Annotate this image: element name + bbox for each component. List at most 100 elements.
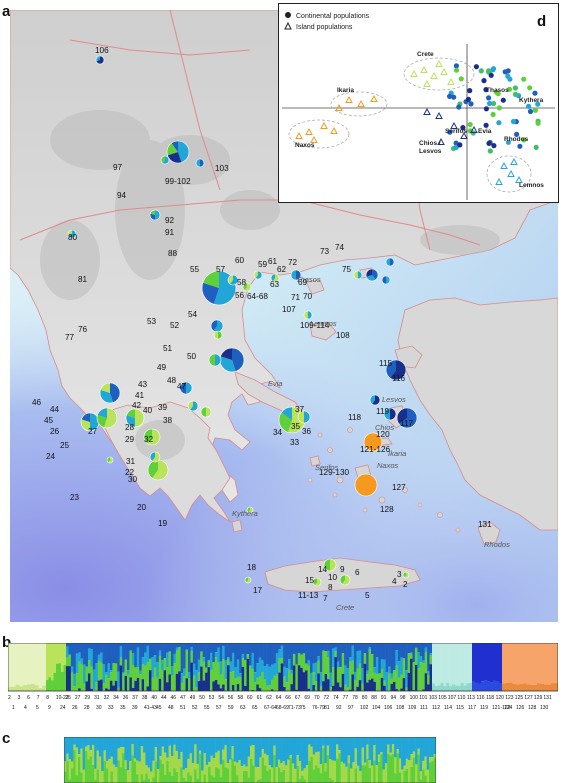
structure-bar — [205, 643, 208, 668]
structure-bar — [212, 662, 216, 682]
structure-bar — [312, 754, 316, 770]
structure-bar — [297, 665, 301, 691]
structure-bar — [87, 745, 90, 760]
structure-bar — [339, 667, 343, 688]
pop-label: 15 — [305, 576, 315, 585]
structure-bar — [258, 643, 262, 658]
structure-bar — [161, 763, 165, 783]
structure-bar — [277, 767, 281, 783]
structure-bar — [154, 737, 158, 748]
structure-pop-label: 44 — [161, 695, 167, 701]
structure-bar — [412, 757, 416, 783]
structure-bar — [298, 761, 302, 779]
structure-bar — [275, 652, 279, 675]
structure-pop-label: 72 — [324, 695, 330, 701]
structure-bar — [333, 760, 337, 783]
structure-bar — [478, 683, 482, 691]
structure-bar — [236, 762, 239, 776]
structure-bar — [358, 643, 362, 651]
structure-bar — [266, 643, 269, 665]
structure-bar — [75, 653, 79, 674]
structure-bar — [250, 737, 253, 746]
pop-label: 44 — [50, 405, 60, 414]
population-pie — [244, 576, 252, 584]
structure-bar — [252, 737, 255, 746]
structure-bar — [380, 677, 384, 691]
structure-bar — [523, 643, 527, 684]
structure-bar — [105, 688, 108, 691]
structure-bar — [405, 737, 409, 759]
structure-bar — [317, 768, 321, 783]
structure-bar — [429, 737, 432, 757]
structure-bar — [133, 758, 137, 762]
population-pie — [402, 571, 410, 579]
structure-bar — [27, 643, 32, 685]
structure-bar — [392, 681, 396, 691]
pop-label: 128 — [380, 505, 394, 514]
structure-bar — [222, 684, 225, 691]
structure-bar — [408, 737, 411, 761]
structure-bar — [432, 643, 436, 684]
pop-label: 8 — [328, 583, 333, 592]
structure-bar — [114, 663, 118, 681]
structure-bar — [166, 757, 169, 761]
structure-bar — [234, 678, 238, 691]
structure-bar — [200, 666, 203, 691]
population-pie — [213, 330, 223, 340]
structure-bar — [383, 659, 386, 681]
structure-bar — [349, 643, 352, 658]
structure-bar — [192, 643, 196, 664]
structure-bar — [78, 652, 81, 662]
structure-bar — [280, 663, 284, 691]
structure-bar — [305, 670, 308, 691]
structure-bar — [233, 765, 237, 783]
structure-bar — [312, 663, 316, 673]
structure-bar — [322, 737, 325, 746]
structure-pop-label: 77 — [343, 695, 349, 701]
structure-bar — [187, 737, 190, 759]
structure-bar — [263, 737, 267, 754]
structure-bar — [53, 672, 57, 691]
structure-bar — [412, 751, 416, 758]
structure-bar — [384, 737, 388, 764]
structure-bar — [100, 643, 103, 653]
structure-bar — [250, 758, 253, 783]
structure-bar — [452, 643, 456, 685]
structure-bar — [334, 643, 338, 648]
population-pie — [149, 209, 161, 221]
structure-bar — [247, 737, 251, 757]
place-name-label: Evia — [268, 379, 283, 388]
structure-bar — [141, 657, 145, 665]
structure-bar — [377, 761, 381, 783]
structure-bar — [263, 753, 267, 766]
structure-bar — [509, 682, 513, 691]
structure-bar — [163, 752, 167, 776]
pop-label: 7 — [323, 594, 328, 603]
structure-bar — [284, 765, 288, 783]
structure-bar — [23, 685, 28, 691]
structure-bar — [422, 737, 425, 761]
structure-bar — [380, 669, 384, 678]
structure-bar — [326, 755, 330, 783]
structure-bar — [312, 685, 316, 691]
structure-bar — [159, 756, 162, 760]
structure-bar — [356, 650, 360, 669]
structure-bar — [119, 646, 123, 658]
structure-bar — [131, 687, 135, 691]
structure-bar — [282, 761, 286, 770]
structure-bar — [273, 737, 276, 746]
structure-bar — [377, 754, 381, 762]
structure-bar — [390, 673, 394, 679]
structure-bar — [233, 737, 237, 762]
structure-bar — [19, 686, 24, 691]
structure-bar — [180, 767, 183, 783]
structure-bar — [391, 743, 395, 754]
structure-bar — [131, 744, 135, 756]
structure-bar — [246, 654, 250, 659]
structure-bar — [226, 737, 230, 764]
structure-bar — [224, 660, 228, 680]
structure-bar — [268, 685, 272, 691]
structure-bar — [239, 643, 242, 674]
structure-bar — [156, 662, 160, 678]
structure-pop-label: 81 — [324, 705, 330, 711]
